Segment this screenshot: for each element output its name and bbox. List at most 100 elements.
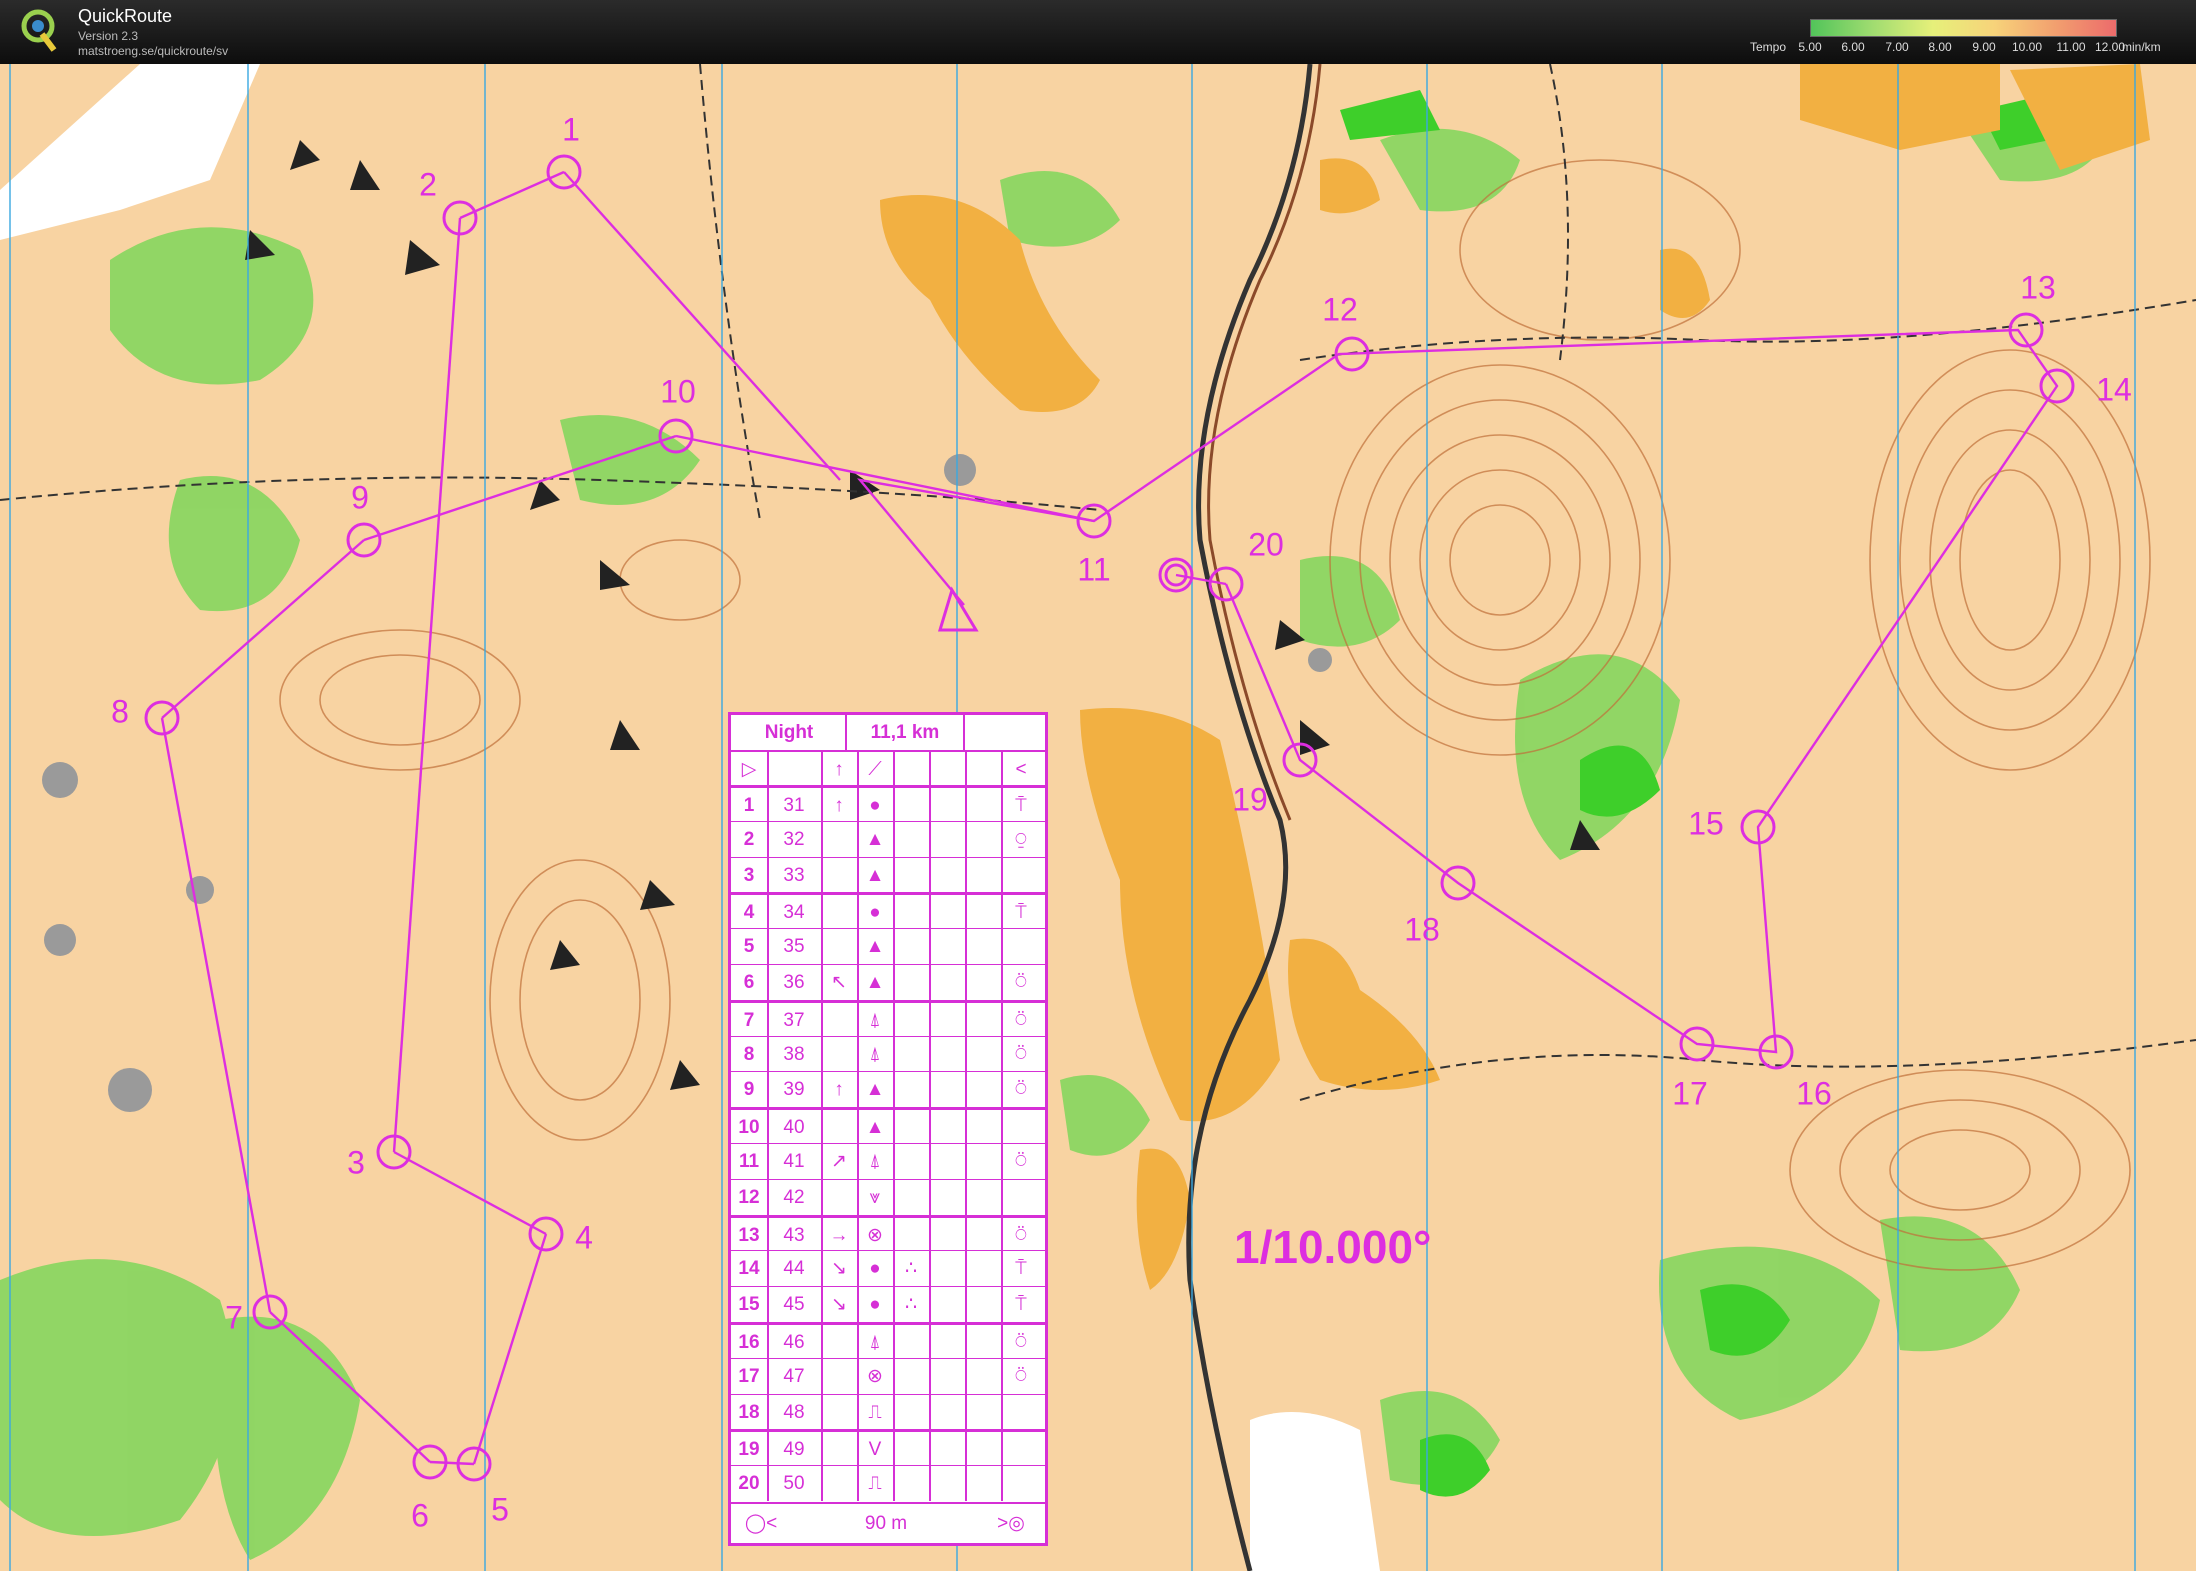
legend-cell-n: 3 <box>743 864 755 886</box>
legend-cell-n: 1 <box>743 795 755 816</box>
legend-row: 7 37 ⍋ ⍥ <box>731 999 1045 1038</box>
legend-cell-code: 33 <box>783 864 805 886</box>
legend-cell-dim <box>965 1395 1001 1430</box>
legend-cell-extra: ⍥ <box>1015 1009 1027 1031</box>
legend-cell-where <box>893 1466 929 1501</box>
legend-cell-dim <box>965 1144 1001 1179</box>
legend-cell-n: 13 <box>738 1224 760 1246</box>
legend-cell-appear <box>929 1466 965 1501</box>
tempo-tick: 11.00 <box>2056 40 2086 54</box>
legend-cell-feat: ▲ <box>865 828 885 850</box>
legend-cell-feat: ⊗ <box>867 1224 883 1246</box>
legend-cell-n: 8 <box>743 1043 755 1065</box>
legend-cell-appear <box>929 788 965 823</box>
legend-cell-appear <box>929 895 965 930</box>
legend-cell-feat: ● <box>869 1294 881 1316</box>
finish-circle-icon: >◎ <box>997 1513 1025 1534</box>
control-label-14: 14 <box>2096 371 2132 408</box>
legend-cell-appear <box>929 965 965 1000</box>
tempo-label: Tempo <box>1750 40 1787 54</box>
app-header: QuickRoute Version 2.3 matstroeng.se/qui… <box>0 0 2196 64</box>
legend-cell-feat: ⍋ <box>869 1332 881 1353</box>
legend-cell-n: 11 <box>738 1151 760 1172</box>
legend-cell-feat: ⩔ <box>869 1186 881 1208</box>
legend-cell-appear <box>929 1395 965 1430</box>
legend-cell-n: 15 <box>738 1294 760 1316</box>
legend-cell-feat: ▲ <box>865 1079 885 1101</box>
legend-cell-code: 45 <box>783 1294 805 1316</box>
legend-cell-where <box>893 1037 929 1072</box>
angle-icon: < <box>1015 759 1027 780</box>
map-scale-label: 1/10.000° <box>1234 1221 1432 1273</box>
legend-cell-code: 40 <box>783 1117 805 1139</box>
control-label-8: 8 <box>111 693 129 730</box>
legend-cell-code: 31 <box>783 795 805 816</box>
legend-cell-appear <box>929 1325 965 1360</box>
legend-cell-dir <box>821 1359 857 1394</box>
legend-cell-appear <box>929 1359 965 1394</box>
legend-cell-n: 14 <box>738 1258 760 1280</box>
legend-cell-feat: ⎍ <box>868 1401 882 1423</box>
legend-cell-dir: ↑ <box>834 795 844 816</box>
orienteering-map[interactable] <box>0 64 2196 1571</box>
control-label-6: 6 <box>411 1497 429 1534</box>
legend-cell-dir: → <box>829 1224 849 1246</box>
legend-cell-feat: ● <box>869 1258 881 1280</box>
legend-cell-n: 17 <box>738 1365 760 1387</box>
control-label-1: 1 <box>562 111 580 148</box>
legend-cell-appear <box>929 1218 965 1253</box>
legend-cell-n: 20 <box>738 1473 760 1495</box>
legend-cell-feat: ▲ <box>865 972 885 993</box>
legend-cell-extra: ⍥ <box>1015 1151 1027 1172</box>
legend-cell-code: 32 <box>783 828 805 850</box>
legend-row: 14 44 ↘ ● ∴ ⍑ <box>731 1250 1045 1287</box>
legend-cell-extra: ⍥ <box>1015 972 1027 993</box>
open-land-area <box>0 64 2196 1571</box>
control-label-17: 17 <box>1672 1075 1708 1112</box>
legend-cell-dir <box>821 1395 857 1430</box>
legend-cell-dim <box>965 1251 1001 1286</box>
legend-cell-extra <box>1001 1466 1041 1501</box>
legend-cell-dim <box>965 929 1001 964</box>
lake-area <box>1250 1412 1380 1571</box>
control-label-19: 19 <box>1232 781 1268 818</box>
legend-cell-feat: ⍋ <box>869 1043 881 1065</box>
legend-cell-code: 39 <box>783 1079 805 1101</box>
legend-cell-dir: ↑ <box>834 1079 844 1101</box>
legend-cell-where: ∴ <box>904 1258 918 1280</box>
legend-cell-feat: ▲ <box>865 936 885 958</box>
control-label-13: 13 <box>2020 269 2056 306</box>
legend-cell-dir <box>821 1180 857 1215</box>
control-label-7: 7 <box>225 1299 243 1336</box>
legend-cell-appear <box>929 1251 965 1286</box>
legend-cell-dir: ↘ <box>831 1258 847 1280</box>
legend-cell-extra: ⍑ <box>1015 795 1027 816</box>
control-label-9: 9 <box>351 479 369 516</box>
legend-cell-where <box>893 1003 929 1038</box>
legend-course-name: Night <box>764 722 814 743</box>
legend-cell-dir: ↘ <box>831 1294 847 1316</box>
legend-cell-extra: ⍑ <box>1015 1258 1027 1280</box>
leg-line-icon: ⟋ <box>868 759 882 780</box>
legend-cell-code: 48 <box>783 1401 805 1423</box>
legend-cell-where <box>893 1144 929 1179</box>
legend-cell-dim <box>965 822 1001 857</box>
legend-cell-extra <box>1001 1180 1041 1215</box>
legend-cell-dir <box>821 1037 857 1072</box>
legend-cell-dir <box>821 1110 857 1145</box>
legend-cell-dir <box>821 858 857 893</box>
legend-row: 6 36 ↖ ▲ ⍥ <box>731 964 1045 1000</box>
legend-row: 4 34 ● ⍑ <box>731 892 1045 931</box>
legend-cell-dim <box>965 895 1001 930</box>
legend-cell-where <box>893 1395 929 1430</box>
control-label-3: 3 <box>347 1144 365 1181</box>
legend-cell-n: 2 <box>743 828 755 850</box>
tempo-tick: 6.00 <box>1841 40 1865 54</box>
legend-footer-row: ◯< 90 m >◎ <box>731 1502 1045 1544</box>
legend-cell-dim <box>965 1180 1001 1215</box>
legend-cell-dir <box>821 1003 857 1038</box>
legend-cell-feat: ● <box>869 902 881 924</box>
legend-cell-code: 49 <box>783 1439 805 1461</box>
legend-cell-where <box>893 1218 929 1253</box>
legend-cell-dim <box>965 1218 1001 1253</box>
